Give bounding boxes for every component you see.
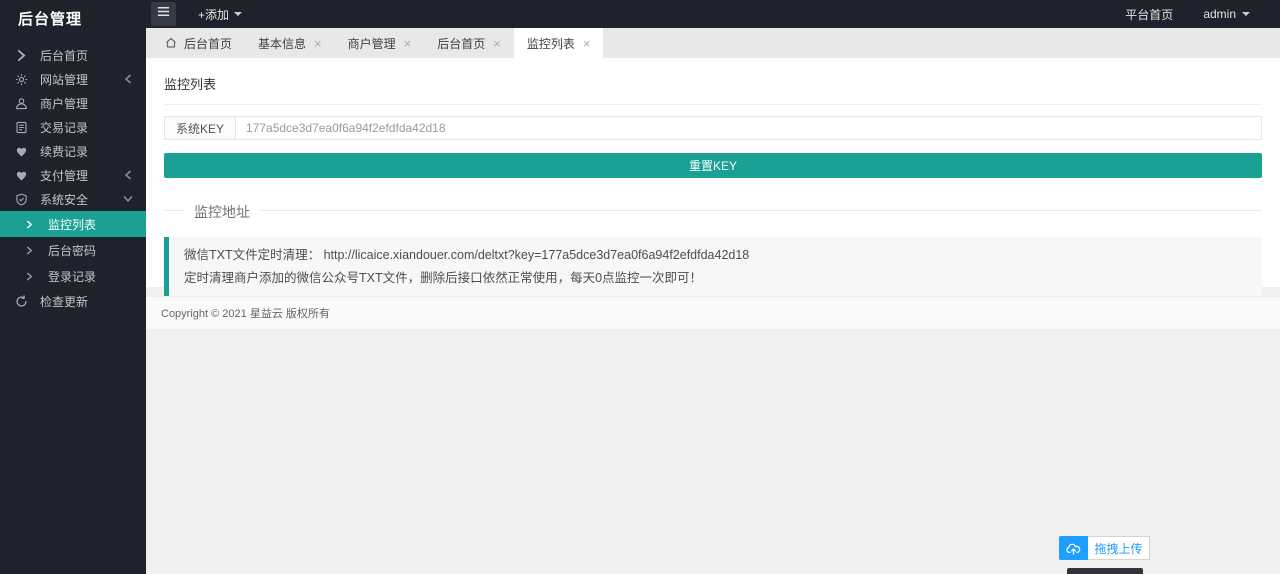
sidebar-item-merchant-manage[interactable]: 商户管理	[0, 91, 146, 115]
sidebar-item-label: 交易记录	[40, 120, 89, 135]
close-icon[interactable]: ×	[314, 37, 322, 50]
sidebar-item-label: 商户管理	[40, 96, 89, 111]
sidebar-subitem-monitor-list[interactable]: 监控列表	[0, 211, 146, 237]
upload-tooltip-partial	[1067, 568, 1143, 574]
tab-label: 后台首页	[184, 36, 233, 51]
close-icon[interactable]: ×	[583, 37, 591, 50]
sidebar-item-payment-manage[interactable]: 支付管理	[0, 163, 146, 187]
sidebar-subitem-label: 登录记录	[48, 269, 97, 284]
upload-widget[interactable]: 拖拽上传	[1059, 536, 1150, 560]
caret-down-icon	[234, 12, 243, 16]
reset-key-button[interactable]: 重置KEY	[164, 153, 1262, 178]
sidebar-subitem-label: 监控列表	[48, 217, 97, 232]
close-icon[interactable]: ×	[493, 37, 501, 50]
chevron-left-icon	[122, 74, 134, 84]
sidebar-item-label: 系统安全	[40, 192, 89, 207]
platform-home-link[interactable]: 平台首页	[1125, 6, 1173, 23]
chevron-left-icon	[122, 170, 134, 180]
sidebar-item-label: 支付管理	[40, 168, 89, 183]
footer: Copyright © 2021 星益云 版权所有	[146, 296, 1280, 329]
sidebar-subitem-label: 后台密码	[48, 243, 97, 258]
notice-line-1: 微信TXT文件定时清理： http://licaice.xiandouer.co…	[184, 248, 750, 262]
system-key-label: 系统KEY	[164, 116, 236, 140]
content-card: 监控列表 系统KEY 重置KEY 监控地址 微信TXT文件定时清理： http:…	[146, 58, 1280, 297]
monitor-address-legend: 监控地址	[184, 202, 260, 222]
sidebar-subitem-admin-password[interactable]: 后台密码	[0, 237, 146, 263]
notice-line-2: 定时清理商户添加的微信公众号TXT文件，删除后接口依然正常使用，每天0点监控一次…	[184, 271, 703, 285]
sidebar-subitem-login-records[interactable]: 登录记录	[0, 263, 146, 289]
refresh-icon	[14, 294, 29, 309]
heart-icon	[14, 168, 29, 183]
tab-label: 监控列表	[526, 36, 575, 51]
sidebar-item-check-update[interactable]: 检查更新	[0, 289, 146, 313]
tab-basic-info[interactable]: 基本信息 ×	[245, 28, 335, 58]
home-icon	[165, 37, 177, 49]
add-button[interactable]: +添加	[198, 6, 243, 23]
caret-down-icon	[1242, 12, 1250, 16]
sidebar-item-label: 检查更新	[40, 294, 89, 309]
tab-monitor-list[interactable]: 监控列表 ×	[513, 28, 604, 58]
sidebar-item-admin-home[interactable]: 后台首页	[0, 43, 146, 67]
app-title: 后台管理	[18, 11, 83, 28]
chevron-down-icon	[122, 194, 134, 204]
hamburger-icon	[157, 5, 170, 23]
topbar: +添加 平台首页 admin	[146, 0, 1280, 28]
hamburger-button[interactable]	[151, 2, 176, 26]
chevron-right-icon	[25, 272, 35, 281]
sidebar-menu: 后台首页网站管理商户管理交易记录续费记录支付管理系统安全监控列表后台密码登录记录…	[0, 39, 146, 313]
sidebar-item-system-security[interactable]: 系统安全	[0, 187, 146, 211]
sidebar: 后台管理 后台首页网站管理商户管理交易记录续费记录支付管理系统安全监控列表后台密…	[0, 0, 146, 574]
system-key-row: 系统KEY	[164, 116, 1262, 140]
user-menu[interactable]: admin	[1203, 7, 1250, 21]
cloud-upload-icon[interactable]	[1059, 536, 1088, 560]
close-icon[interactable]: ×	[404, 37, 412, 50]
tab-strip: 后台首页 基本信息 × 商户管理 × 后台首页 × 监控列表 ×	[146, 28, 1280, 58]
tab-home[interactable]: 后台首页	[152, 28, 245, 58]
app-window: 后台管理 后台首页 网站管理 商户管理 交易记录 续费记录 支付管理 系统安全 监控列表 后台密…	[0, 0, 1280, 574]
chevron-right-icon	[14, 48, 29, 63]
heart-icon	[14, 144, 29, 159]
username: admin	[1203, 7, 1236, 21]
add-button-label: +添加	[198, 7, 230, 22]
sidebar-item-label: 后台首页	[40, 48, 89, 63]
copyright-text: Copyright © 2021 星益云 版权所有	[161, 308, 330, 320]
tab-label: 基本信息	[258, 36, 307, 51]
sidebar-item-renew-records[interactable]: 续费记录	[0, 139, 146, 163]
user-icon	[14, 96, 29, 111]
sidebar-item-trade-records[interactable]: 交易记录	[0, 115, 146, 139]
page-title: 监控列表	[164, 72, 1262, 105]
tab-admin-home[interactable]: 后台首页 ×	[424, 28, 514, 58]
document-icon	[14, 120, 29, 135]
chevron-right-icon	[25, 220, 35, 229]
gear-icon	[14, 72, 29, 87]
drag-upload-button[interactable]: 拖拽上传	[1088, 536, 1150, 560]
monitor-address-fieldset: 监控地址	[164, 202, 1262, 222]
sidebar-item-site-manage[interactable]: 网站管理	[0, 67, 146, 91]
shield-icon	[14, 192, 29, 207]
topbar-right: 平台首页 admin	[1125, 6, 1280, 23]
tab-label: 商户管理	[347, 36, 396, 51]
sidebar-item-label: 续费记录	[40, 144, 89, 159]
system-key-input[interactable]	[236, 116, 1262, 140]
chevron-right-icon	[25, 246, 35, 255]
notice-box: 微信TXT文件定时清理： http://licaice.xiandouer.co…	[164, 237, 1262, 297]
sidebar-item-label: 网站管理	[40, 72, 89, 87]
tab-merchant-manage[interactable]: 商户管理 ×	[335, 28, 425, 58]
tab-label: 后台首页	[437, 36, 486, 51]
